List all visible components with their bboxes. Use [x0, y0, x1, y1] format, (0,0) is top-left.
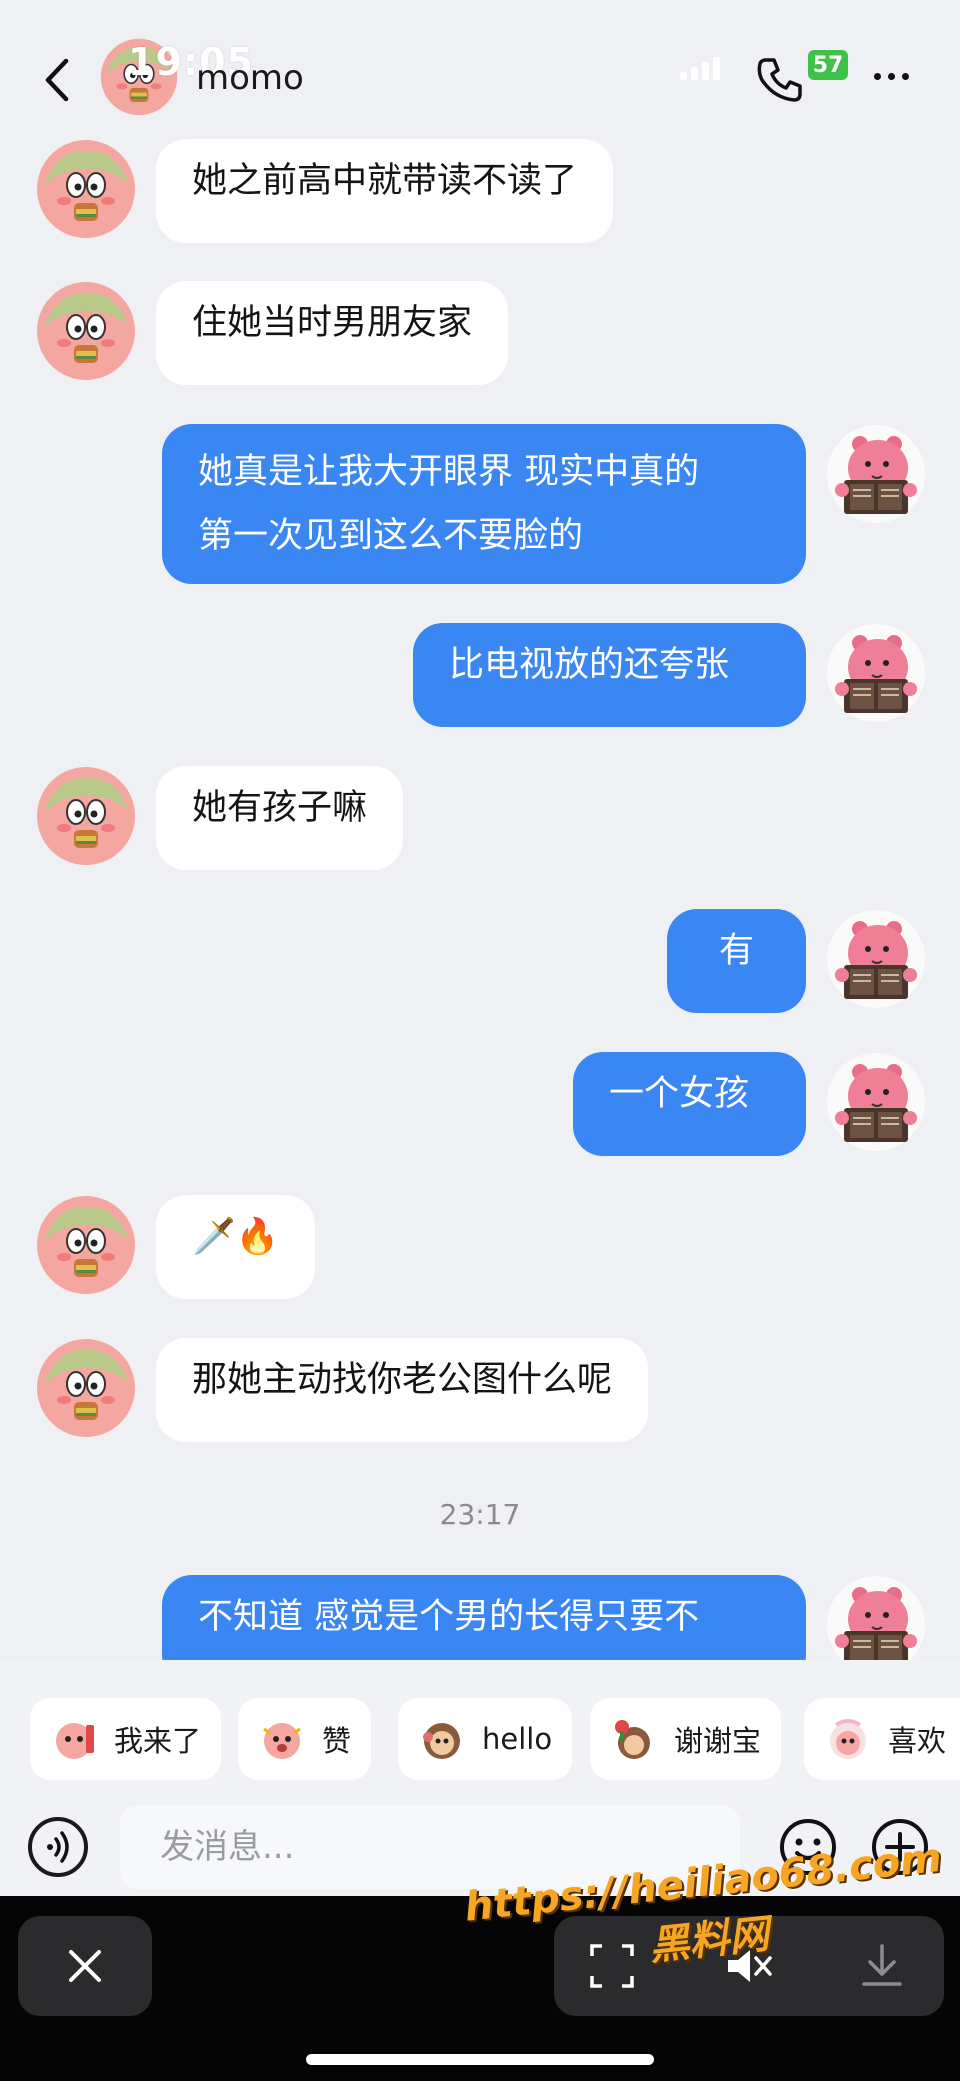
sticker-icon — [56, 1723, 94, 1759]
sticker-icon — [263, 1723, 301, 1759]
my-avatar[interactable] — [826, 909, 926, 1009]
more-button[interactable] — [866, 56, 916, 96]
message-bubble[interactable]: 她之前高中就带读不读了 — [156, 139, 614, 243]
sticker-chip[interactable]: 赞 — [238, 1698, 372, 1780]
contact-avatar[interactable] — [36, 766, 136, 866]
sticker-icon — [830, 1719, 866, 1759]
close-button[interactable] — [18, 1916, 152, 2016]
message-bubble[interactable]: 比电视放的还夸张 — [413, 623, 806, 727]
contact-avatar[interactable] — [36, 281, 136, 381]
voice-icon — [47, 1831, 69, 1863]
sticker-chip[interactable]: 喜欢 — [804, 1698, 960, 1780]
contact-name[interactable]: momo — [196, 58, 304, 98]
more-dots-icon — [873, 72, 881, 80]
close-icon — [69, 1950, 101, 1982]
chat-header: 19:05 momo 57 — [0, 0, 960, 140]
my-avatar[interactable] — [826, 623, 926, 723]
sticker-label: 谢谢宝 — [674, 1724, 762, 1758]
contact-avatar[interactable] — [36, 1195, 136, 1295]
message-bubble[interactable]: 一个女孩 — [573, 1052, 806, 1156]
message-bubble[interactable]: 🗡️🔥 — [156, 1195, 316, 1299]
message-line: 她真是让我大开眼界 现实中真的 — [198, 452, 700, 492]
message-timestamp: 23:17 — [439, 1498, 521, 1531]
chevron-left-icon — [45, 58, 69, 102]
message-bubble[interactable]: 那她主动找你老公图什么呢 — [156, 1338, 649, 1442]
sticker-label: hello — [482, 1722, 553, 1756]
sticker-label: 赞 — [322, 1724, 352, 1758]
battery-indicator: 57 — [808, 50, 848, 80]
message-line: 第一次见到这么不要脸的 — [198, 516, 584, 556]
quick-sticker-bar: 我来了 赞 hello 谢谢宝 喜欢 — [0, 1660, 960, 1810]
sticker-icon — [615, 1720, 650, 1759]
signal-icon — [680, 57, 720, 80]
message-bubble[interactable]: 住她当时男朋友家 — [156, 281, 509, 385]
sticker-icon — [423, 1723, 460, 1759]
home-indicator — [306, 2054, 654, 2065]
sticker-chip[interactable]: 谢谢宝 — [590, 1698, 782, 1780]
voice-button[interactable] — [28, 1817, 88, 1877]
call-button[interactable] — [752, 52, 808, 108]
contact-avatar[interactable] — [36, 1338, 136, 1438]
my-avatar[interactable] — [826, 424, 926, 524]
message-bubble[interactable]: 她有孩子嘛 — [156, 766, 404, 870]
message-bubble[interactable]: 她真是让我大开眼界 现实中真的 第一次见到这么不要脸的 — [162, 424, 806, 584]
my-avatar[interactable] — [826, 1052, 926, 1152]
sticker-label: 我来了 — [114, 1724, 202, 1758]
message-bubble[interactable]: 有 — [667, 909, 806, 1013]
back-button[interactable] — [36, 52, 76, 108]
sticker-label: 喜欢 — [888, 1724, 947, 1758]
sticker-chip[interactable]: hello — [398, 1698, 573, 1780]
sticker-chip[interactable]: 我来了 — [30, 1698, 222, 1780]
contact-avatar[interactable] — [36, 139, 136, 239]
phone-icon — [757, 58, 802, 102]
